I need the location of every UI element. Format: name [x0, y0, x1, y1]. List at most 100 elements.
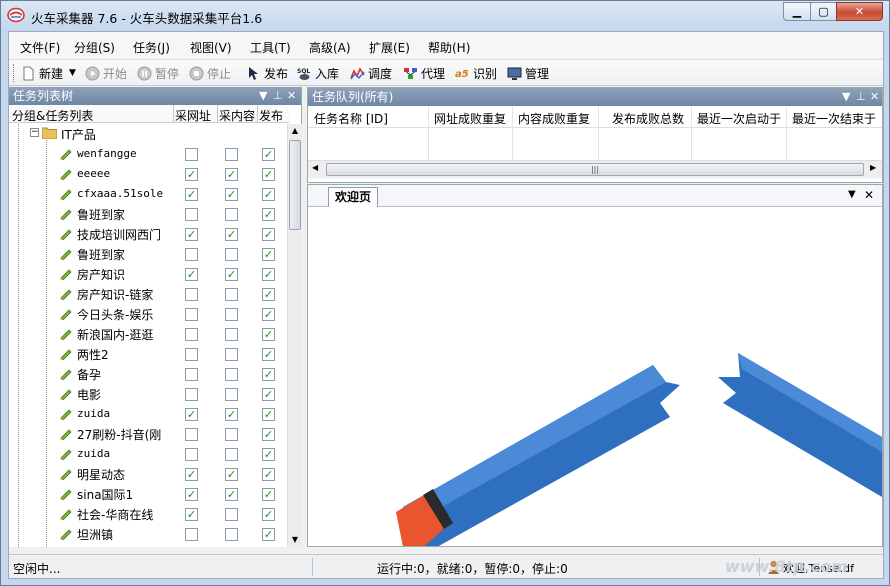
- col-collect-url[interactable]: 采网址: [175, 107, 211, 124]
- collect-content-checkbox[interactable]: [225, 348, 238, 361]
- menu-help[interactable]: 帮助(H): [428, 39, 470, 56]
- collect-content-checkbox[interactable]: ✓: [225, 408, 238, 421]
- task-row[interactable]: 电影 ✓: [9, 384, 287, 404]
- scroll-left-arrow-icon[interactable]: ◀: [312, 163, 318, 172]
- collect-url-checkbox[interactable]: ✓: [185, 408, 198, 421]
- pane-close-icon[interactable]: ✕: [287, 87, 296, 105]
- collect-url-checkbox[interactable]: [185, 248, 198, 261]
- collect-url-checkbox[interactable]: ✓: [185, 168, 198, 181]
- publish-checkbox[interactable]: ✓: [262, 488, 275, 501]
- publish-checkbox[interactable]: ✓: [262, 408, 275, 421]
- pane-close-icon[interactable]: ✕: [870, 88, 879, 106]
- task-row[interactable]: 鲁班到家 ✓: [9, 244, 287, 264]
- task-row[interactable]: 新浪国内-逛逛 ✓: [9, 324, 287, 344]
- collect-content-checkbox[interactable]: [225, 448, 238, 461]
- collect-url-checkbox[interactable]: ✓: [185, 188, 198, 201]
- pin-icon[interactable]: ⊥: [856, 88, 866, 106]
- pause-button[interactable]: 暂停: [137, 64, 179, 82]
- col-url-stats[interactable]: 网址成败重复: [434, 110, 506, 127]
- collect-url-checkbox[interactable]: [185, 528, 198, 541]
- col-publish[interactable]: 发布: [259, 107, 283, 124]
- collect-content-checkbox[interactable]: ✓: [225, 228, 238, 241]
- collect-content-checkbox[interactable]: [225, 208, 238, 221]
- task-row[interactable]: 社会-华商在线 ✓ ✓: [9, 504, 287, 524]
- publish-checkbox[interactable]: ✓: [262, 328, 275, 341]
- menu-extend[interactable]: 扩展(E): [369, 39, 410, 56]
- collect-content-checkbox[interactable]: [225, 148, 238, 161]
- collect-url-checkbox[interactable]: ✓: [185, 268, 198, 281]
- publish-checkbox[interactable]: ✓: [262, 268, 275, 281]
- task-row[interactable]: eeeee ✓ ✓ ✓: [9, 164, 287, 184]
- publish-checkbox[interactable]: ✓: [262, 428, 275, 441]
- collect-content-checkbox[interactable]: ✓: [225, 468, 238, 481]
- publish-checkbox[interactable]: ✓: [262, 448, 275, 461]
- collect-url-checkbox[interactable]: [185, 208, 198, 221]
- col-divider[interactable]: [217, 105, 218, 123]
- task-tree-scrollbar[interactable]: ▲ ▼: [287, 124, 302, 547]
- col-divider[interactable]: [173, 105, 174, 123]
- menu-advanced[interactable]: 高级(A): [309, 39, 351, 56]
- collect-url-checkbox[interactable]: [185, 328, 198, 341]
- menu-task[interactable]: 任务(J): [133, 39, 170, 56]
- new-dropdown-chevron-icon[interactable]: ▼: [69, 68, 76, 78]
- task-row[interactable]: 鲁班到家 ✓: [9, 204, 287, 224]
- publish-checkbox[interactable]: ✓: [262, 168, 275, 181]
- collect-url-checkbox[interactable]: [185, 348, 198, 361]
- debug-button[interactable]: 调度: [350, 64, 392, 82]
- minimize-button[interactable]: ▁: [783, 2, 811, 21]
- collect-content-checkbox[interactable]: [225, 368, 238, 381]
- collect-content-checkbox[interactable]: ✓: [225, 168, 238, 181]
- scroll-thumb[interactable]: [289, 140, 301, 230]
- task-queue-hscrollbar[interactable]: ◀ ||| ▶: [308, 160, 882, 178]
- task-row[interactable]: sina国际1 ✓ ✓ ✓: [9, 484, 287, 504]
- collect-url-checkbox[interactable]: [185, 448, 198, 461]
- close-button[interactable]: ✕: [836, 2, 883, 21]
- col-collect-content[interactable]: 采内容: [219, 107, 255, 124]
- collect-url-checkbox[interactable]: ✓: [185, 508, 198, 521]
- task-row[interactable]: zuida ✓: [9, 444, 287, 464]
- collect-url-checkbox[interactable]: [185, 308, 198, 321]
- title-bar[interactable]: 火车采集器 7.6 - 火车头数据采集平台1.6 ▁ ▢ ✕: [1, 1, 889, 31]
- tab-welcome[interactable]: 欢迎页: [328, 187, 378, 207]
- collect-url-checkbox[interactable]: [185, 368, 198, 381]
- publish-checkbox[interactable]: ✓: [262, 528, 275, 541]
- col-last-start[interactable]: 最近一次启动于: [697, 110, 781, 127]
- pane-dropdown-chevron-icon[interactable]: ▼: [842, 88, 850, 106]
- task-row[interactable]: wenfangge ✓: [9, 144, 287, 164]
- publish-checkbox[interactable]: ✓: [262, 228, 275, 241]
- new-button[interactable]: 新建 ▼: [21, 64, 76, 82]
- task-row[interactable]: 房产知识 ✓ ✓ ✓: [9, 264, 287, 284]
- publish-checkbox[interactable]: ✓: [262, 248, 275, 261]
- publish-checkbox[interactable]: ✓: [262, 308, 275, 321]
- menu-tools[interactable]: 工具(T): [250, 39, 291, 56]
- task-row[interactable]: 两性2 ✓: [9, 344, 287, 364]
- task-row[interactable]: 备孕 ✓: [9, 364, 287, 384]
- publish-checkbox[interactable]: ✓: [262, 468, 275, 481]
- publish-checkbox[interactable]: ✓: [262, 388, 275, 401]
- col-publish-stats[interactable]: 发布成败总数: [612, 110, 684, 127]
- task-row[interactable]: 明星动态 ✓ ✓ ✓: [9, 464, 287, 484]
- tree-group-row[interactable]: − IT产品: [9, 124, 287, 144]
- scroll-right-arrow-icon[interactable]: ▶: [870, 163, 876, 172]
- tab-close-icon[interactable]: ✕: [864, 188, 874, 202]
- task-row[interactable]: 坦洲镇 ✓: [9, 524, 287, 544]
- menu-group[interactable]: 分组(S): [74, 39, 115, 56]
- task-row[interactable]: 技成培训网西门 ✓ ✓ ✓: [9, 224, 287, 244]
- collect-content-checkbox[interactable]: [225, 328, 238, 341]
- import-db-button[interactable]: SQL 入库: [297, 64, 339, 82]
- publish-checkbox[interactable]: ✓: [262, 508, 275, 521]
- menu-file[interactable]: 文件(F): [20, 39, 60, 56]
- col-group-task[interactable]: 分组&任务列表: [12, 107, 93, 124]
- task-row[interactable]: zuida ✓ ✓ ✓: [9, 404, 287, 424]
- menu-view[interactable]: 视图(V): [190, 39, 232, 56]
- collect-url-checkbox[interactable]: [185, 388, 198, 401]
- collect-url-checkbox[interactable]: [185, 288, 198, 301]
- collect-content-checkbox[interactable]: [225, 528, 238, 541]
- pane-dropdown-chevron-icon[interactable]: ▼: [259, 87, 267, 105]
- scroll-down-arrow-icon[interactable]: ▼: [288, 533, 302, 547]
- tab-list-chevron-icon[interactable]: ▼: [848, 189, 856, 200]
- publish-button[interactable]: 发布: [246, 64, 288, 82]
- collect-url-checkbox[interactable]: ✓: [185, 468, 198, 481]
- collect-url-checkbox[interactable]: ✓: [185, 228, 198, 241]
- recognize-button[interactable]: a5 识别: [455, 64, 497, 82]
